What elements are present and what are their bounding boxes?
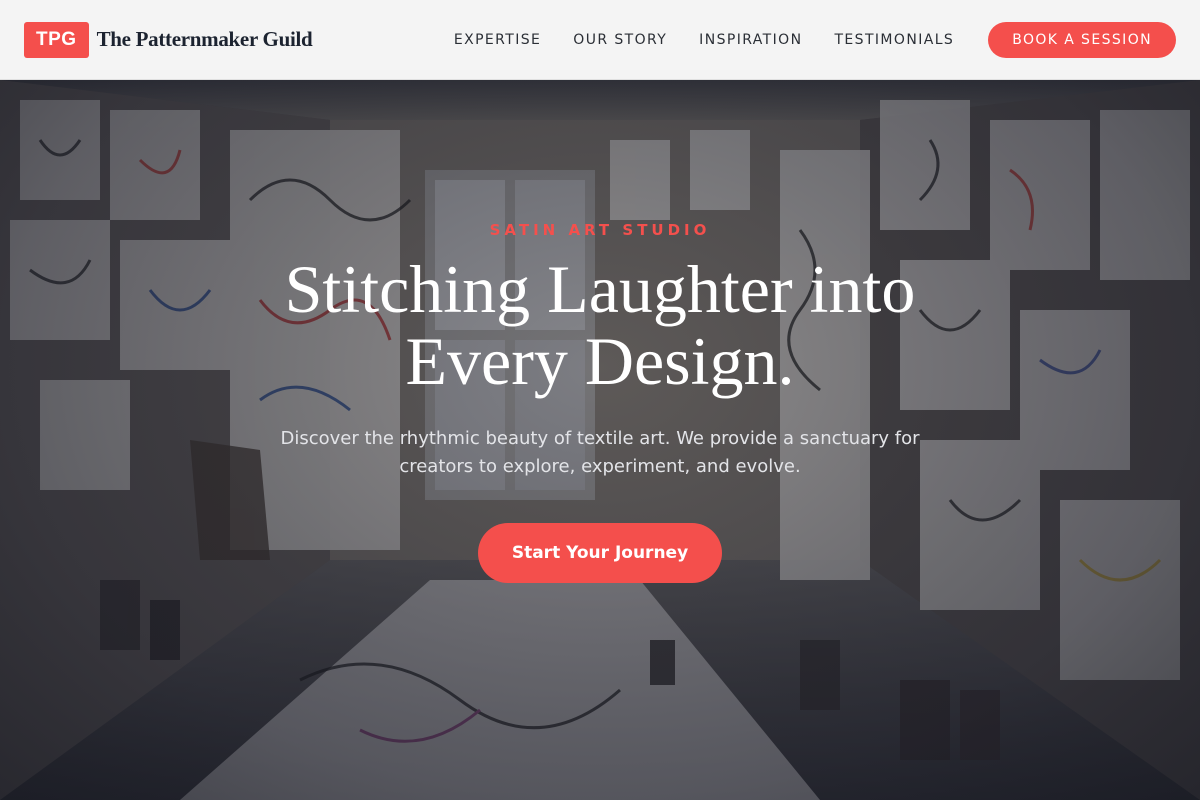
main-nav: EXPERTISE OUR STORY INSPIRATION TESTIMON… [454, 21, 1176, 58]
brand-name[interactable]: The Patternmaker Guild [97, 27, 313, 52]
hero-eyebrow: SATIN ART STUDIO [489, 221, 711, 239]
logo-badge[interactable]: TPG [24, 21, 89, 58]
book-session-button[interactable]: BOOK A SESSION [988, 21, 1176, 58]
brand[interactable]: TPG The Patternmaker Guild [24, 21, 313, 58]
nav-link-our-story[interactable]: OUR STORY [573, 32, 667, 48]
nav-link-testimonials[interactable]: TESTIMONIALS [834, 32, 954, 48]
site-header: TPG The Patternmaker Guild EXPERTISE OUR… [0, 0, 1200, 80]
hero-content: SATIN ART STUDIO Stitching Laughter into… [0, 80, 1200, 800]
nav-link-expertise[interactable]: EXPERTISE [454, 32, 541, 48]
hero-subtext: Discover the rhythmic beauty of textile … [280, 428, 920, 477]
hero-section: SATIN ART STUDIO Stitching Laughter into… [0, 80, 1200, 800]
start-journey-button[interactable]: Start Your Journey [478, 523, 722, 583]
hero-headline: Stitching Laughter into Every Design. [284, 251, 916, 399]
nav-link-inspiration[interactable]: INSPIRATION [699, 32, 802, 48]
